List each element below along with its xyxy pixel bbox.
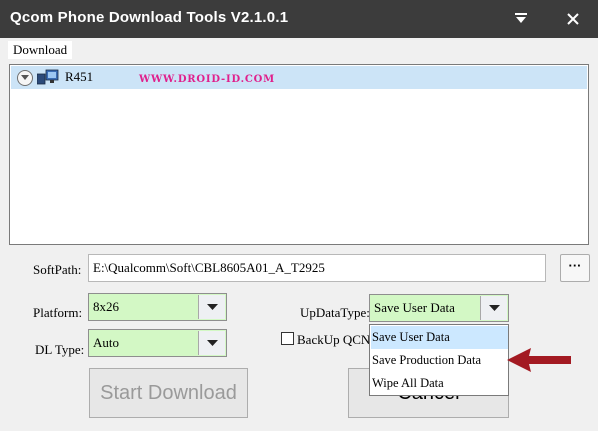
close-icon[interactable] — [562, 8, 584, 30]
dropdown-option-save-production-data[interactable]: Save Production Data — [371, 349, 508, 372]
platform-label: Platform: — [33, 305, 83, 320]
updatatype-dropdown-list[interactable]: Save User Data Save Production Data Wipe… — [369, 324, 509, 396]
backup-qcn-checkbox[interactable] — [281, 332, 294, 345]
dropdown-option-wipe-all-data[interactable]: Wipe All Data — [371, 372, 508, 395]
dropdown-option-save-user-data[interactable]: Save User Data — [371, 326, 508, 349]
device-name: R451 — [65, 69, 94, 84]
watermark-text: WWW.DROID-ID.COM — [139, 74, 276, 85]
backup-qcn-label: BackUp QCN — [297, 332, 371, 347]
start-download-button[interactable]: Start Download — [89, 368, 248, 418]
chevron-down-icon[interactable] — [17, 70, 33, 86]
dl-type-value: Auto — [93, 335, 119, 350]
minimize-arrow-icon[interactable] — [510, 8, 532, 30]
dl-type-label: DL Type: — [35, 342, 85, 357]
dl-type-combo[interactable]: Auto — [88, 329, 227, 357]
updatatype-value: Save User Data — [374, 300, 455, 315]
platform-value: 8x26 — [93, 299, 119, 314]
platform-combo[interactable]: 8x26 — [88, 293, 227, 321]
browse-button[interactable]: ··· — [560, 254, 590, 282]
dropdown-arrow-icon[interactable] — [198, 331, 225, 355]
menu-bar: Download — [0, 38, 598, 62]
dropdown-arrow-icon[interactable] — [198, 295, 225, 319]
updatatype-label: UpDataType: — [300, 305, 370, 320]
window-title: Qcom Phone Download Tools V2.1.0.1 — [10, 9, 289, 26]
annotation-arrow-icon — [505, 346, 573, 378]
computer-device-icon — [36, 69, 59, 89]
title-bar: Qcom Phone Download Tools V2.1.0.1 — [0, 0, 598, 38]
menu-item-download[interactable]: Download — [8, 41, 73, 59]
dropdown-arrow-icon[interactable] — [480, 296, 507, 320]
device-list[interactable]: R451 WWW.DROID-ID.COM — [9, 64, 589, 245]
device-row[interactable]: R451 WWW.DROID-ID.COM — [11, 66, 587, 89]
softpath-input[interactable]: E:\Qualcomm\Soft\CBL8605A01_A_T2925 — [88, 254, 546, 282]
updatatype-combo[interactable]: Save User Data — [369, 294, 509, 322]
softpath-label: SoftPath: — [33, 262, 82, 277]
